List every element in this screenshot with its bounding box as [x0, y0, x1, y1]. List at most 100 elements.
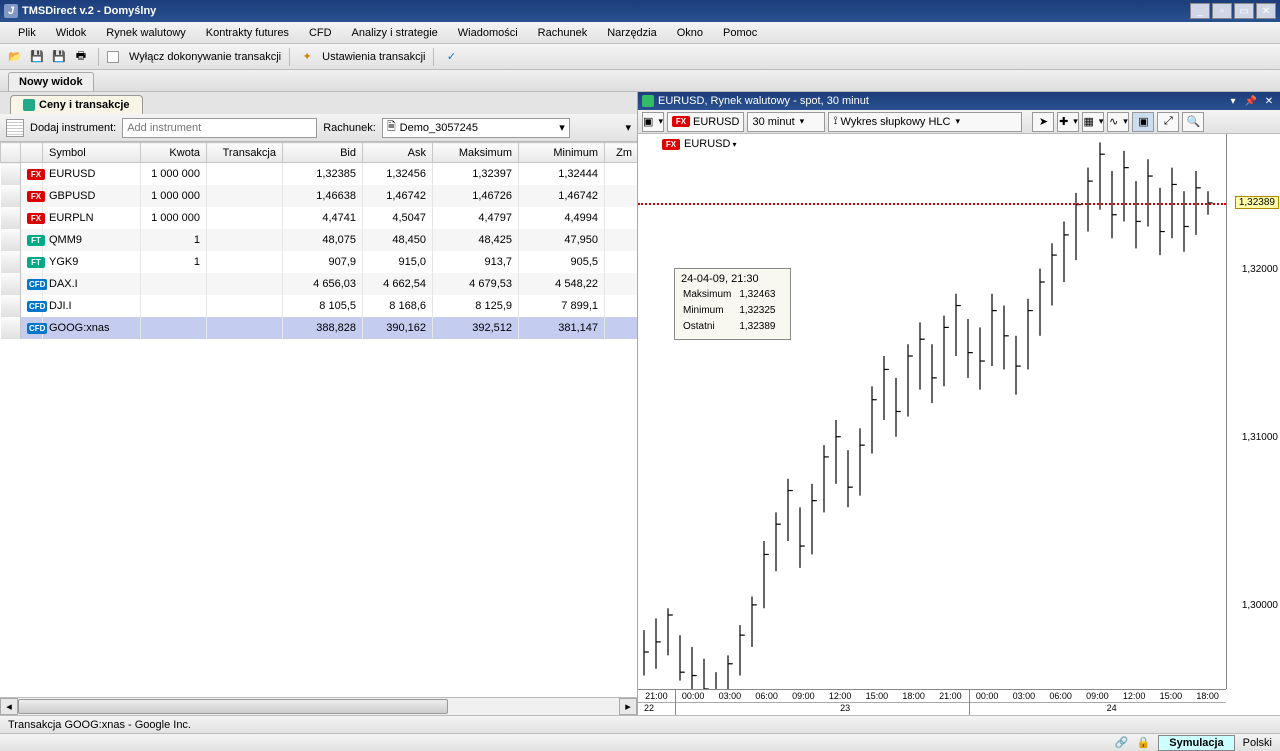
app-icon: J — [4, 4, 18, 18]
table-row[interactable]: CFDGOOG:xnas388,828390,162392,512381,147 — [1, 317, 638, 339]
x-tick-label: 21:00 — [939, 691, 962, 701]
y-tick-label: 1,32000 — [1242, 264, 1278, 275]
pointer-tool-icon[interactable]: ➤ — [1032, 112, 1054, 132]
legend-symbol[interactable]: EURUSD — [684, 138, 736, 150]
x-tick-label: 03:00 — [1013, 691, 1036, 701]
column-header[interactable]: Transakcja — [207, 143, 283, 163]
settings-icon[interactable]: ✦ — [298, 48, 316, 66]
disable-trading-checkbox[interactable] — [107, 51, 119, 63]
column-header[interactable] — [1, 143, 21, 163]
table-row[interactable]: FTQMM9148,07548,45048,42547,950 — [1, 229, 638, 251]
language-label[interactable]: Polski — [1243, 737, 1272, 749]
chart-area[interactable]: FX EURUSD 24-04-09, 21:30 Maksimum1,3246… — [638, 134, 1280, 715]
saveas-icon[interactable]: 💾 — [50, 48, 68, 66]
table-row[interactable]: CFDDAX.I4 656,034 662,544 679,534 548,22 — [1, 273, 638, 295]
disable-trading-label: Wyłącz dokonywanie transakcji — [129, 51, 281, 63]
workspace-tabs: Nowy widok — [0, 70, 1280, 92]
menu-rynek-walutowy[interactable]: Rynek walutowy — [96, 25, 195, 41]
chart-type-select[interactable]: ⟟Wykres słupkowy HLC — [828, 112, 1022, 132]
column-header[interactable] — [21, 143, 43, 163]
minimize-button[interactable]: _ — [1190, 3, 1210, 19]
menu-analizy-i-strategie[interactable]: Analizy i strategie — [342, 25, 448, 41]
crosshair-icon[interactable]: ✚ — [1057, 112, 1079, 132]
check-icon[interactable]: ✓ — [442, 48, 460, 66]
add-instrument-input[interactable] — [122, 118, 317, 138]
account-label: Rachunek: — [323, 122, 376, 134]
indicator-icon[interactable]: ∿ — [1107, 112, 1129, 132]
interval-select[interactable]: 30 minut — [747, 112, 825, 132]
y-tick-label: 1,30000 — [1242, 600, 1278, 611]
menu-kontrakty-futures[interactable]: Kontrakty futures — [196, 25, 299, 41]
column-header[interactable]: Maksimum — [433, 143, 519, 163]
maximize-button[interactable]: ▭ — [1234, 3, 1254, 19]
chart-legend[interactable]: FX EURUSD — [662, 138, 736, 150]
settings-label[interactable]: Ustawienia transakcji — [322, 51, 425, 63]
menu-rachunek[interactable]: Rachunek — [528, 25, 598, 41]
link-icon[interactable]: 🔗 — [1115, 736, 1129, 749]
x-tick-label: 06:00 — [1049, 691, 1072, 701]
column-header[interactable]: Bid — [283, 143, 363, 163]
scroll-right-arrow[interactable]: ▸ — [619, 698, 637, 715]
table-row[interactable]: FXEURPLN1 000 0004,47414,50474,47974,499… — [1, 207, 638, 229]
panel-tab-ceny[interactable]: Ceny i transakcje — [10, 95, 143, 114]
table-row[interactable]: FXGBPUSD1 000 0001,466381,467421,467261,… — [1, 185, 638, 207]
horizontal-scrollbar[interactable]: ◂ ▸ — [0, 697, 637, 715]
grid-icon[interactable]: ▦ — [1082, 112, 1104, 132]
expand-icon[interactable]: ⤢ — [1157, 112, 1179, 132]
column-header[interactable]: Minimum — [519, 143, 605, 163]
current-price-line — [638, 203, 1226, 205]
tab-nowy-widok[interactable]: Nowy widok — [8, 72, 94, 91]
separator — [98, 48, 99, 66]
menu-widok[interactable]: Widok — [46, 25, 97, 41]
cfd-badge-icon: CFD — [27, 279, 47, 290]
column-header[interactable]: Symbol — [43, 143, 141, 163]
x-axis: 21:0000:0003:0006:0009:0012:0015:0018:00… — [638, 689, 1226, 715]
zoom-icon[interactable]: 🔍 — [1182, 112, 1204, 132]
chart-nav-button[interactable]: ▣ — [642, 112, 664, 132]
menu-cfd[interactable]: CFD — [299, 25, 342, 41]
menu-wiadomości[interactable]: Wiadomości — [448, 25, 528, 41]
print-icon[interactable]: 🖶 — [72, 48, 90, 66]
scroll-left-arrow[interactable]: ◂ — [0, 698, 18, 715]
fx-badge-icon: FX — [27, 191, 45, 202]
panel-menu-icon[interactable]: ▾ — [625, 121, 631, 134]
chart-menu-icon[interactable]: ▾ — [1226, 95, 1240, 107]
x-day-label: 22 — [644, 703, 654, 713]
window-title: TMSDirect v.2 - Domyślny — [22, 5, 1190, 17]
column-header[interactable]: Kwota — [141, 143, 207, 163]
chart-pin-icon[interactable]: 📌 — [1244, 95, 1258, 107]
menu-bar: PlikWidokRynek walutowyKontrakty futures… — [0, 22, 1280, 44]
close-button[interactable]: ✕ — [1256, 3, 1276, 19]
menu-pomoc[interactable]: Pomoc — [713, 25, 767, 41]
save-icon[interactable]: 💾 — [28, 48, 46, 66]
x-day-label: 23 — [840, 703, 850, 713]
separator — [433, 48, 434, 66]
prices-icon — [23, 99, 35, 111]
table-row[interactable]: FXEURUSD1 000 0001,323851,324561,323971,… — [1, 163, 638, 185]
cfd-badge-icon: CFD — [27, 301, 47, 312]
boxed-view-icon[interactable]: ▣ — [1132, 112, 1154, 132]
menu-okno[interactable]: Okno — [667, 25, 713, 41]
symbol-select[interactable]: FXEURUSD — [667, 112, 744, 132]
x-tick-label: 09:00 — [1086, 691, 1109, 701]
main-toolbar: 📂 💾 💾 🖶 Wyłącz dokonywanie transakcji ✦ … — [0, 44, 1280, 70]
simulation-badge[interactable]: Symulacja — [1158, 735, 1234, 751]
fx-badge-icon: FX — [662, 139, 680, 150]
grid-icon[interactable] — [6, 119, 24, 137]
table-row[interactable]: CFDDJI.I8 105,58 168,68 125,97 899,1 — [1, 295, 638, 317]
menu-plik[interactable]: Plik — [8, 25, 46, 41]
menu-narzędzia[interactable]: Narzędzia — [597, 25, 667, 41]
prices-panel: Ceny i transakcje Dodaj instrument: Rach… — [0, 92, 638, 715]
column-header[interactable]: Ask — [363, 143, 433, 163]
status-text: Transakcja GOOG:xnas - Google Inc. — [8, 719, 191, 731]
ft-badge-icon: FT — [27, 235, 45, 246]
column-header[interactable]: Zm — [605, 143, 638, 163]
separator — [289, 48, 290, 66]
scroll-thumb[interactable] — [18, 699, 448, 714]
account-select[interactable]: 🗎 Demo_3057245 ▾ — [382, 118, 570, 138]
lock-icon[interactable]: 🔒 — [1137, 736, 1151, 749]
open-icon[interactable]: 📂 — [6, 48, 24, 66]
table-row[interactable]: FTYGK91907,9915,0913,7905,5 — [1, 251, 638, 273]
restore-button[interactable]: ▫ — [1212, 3, 1232, 19]
chart-close-icon[interactable]: ✕ — [1262, 95, 1276, 107]
